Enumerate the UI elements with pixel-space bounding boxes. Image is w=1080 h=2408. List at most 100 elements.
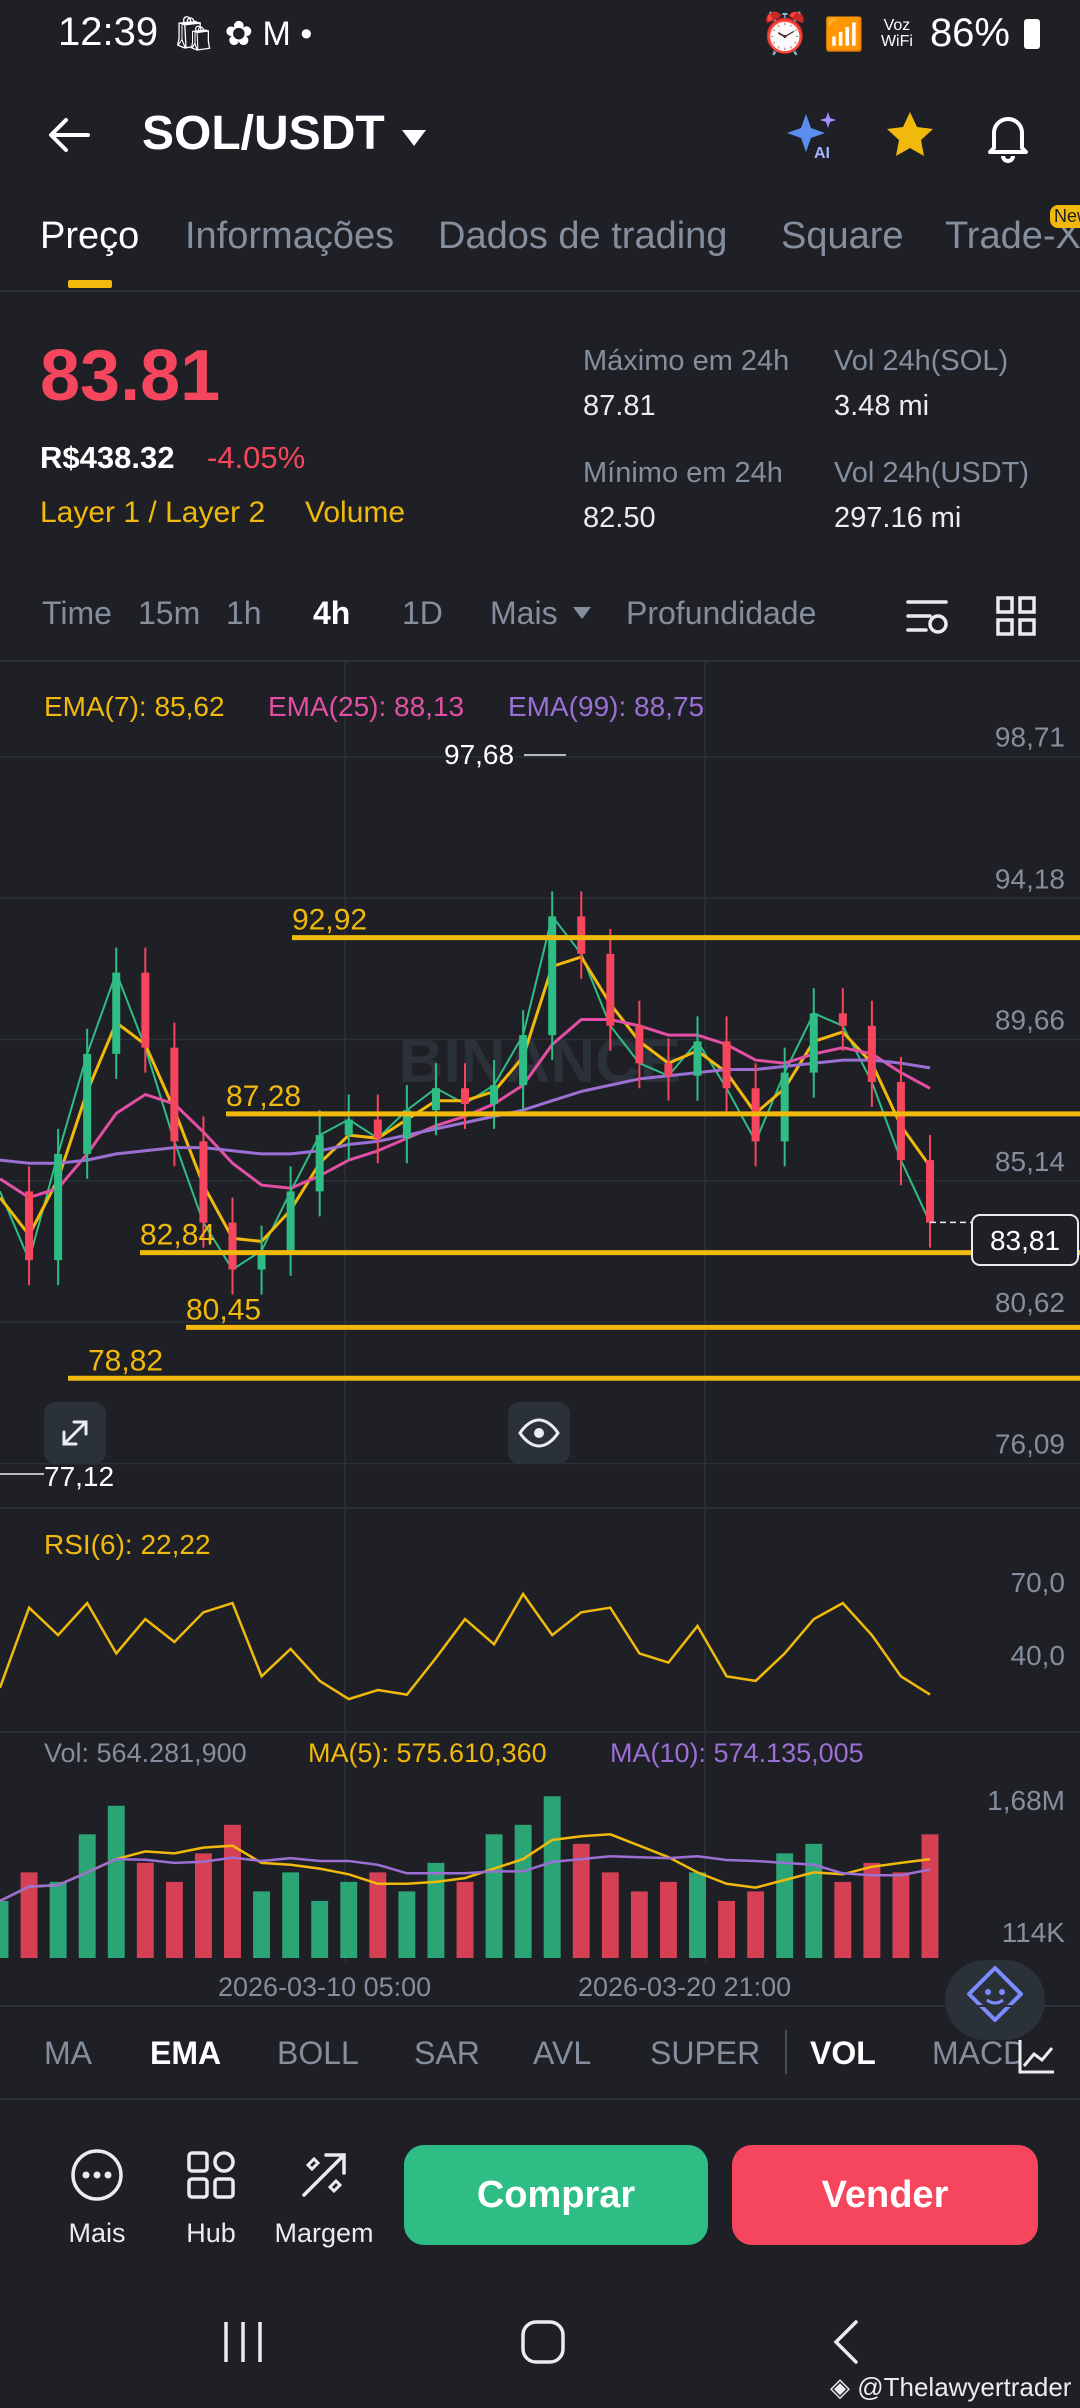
- status-bar: 12:39 🛍 ✿ M • ⏰ 📶 Voz WiFi 86%: [0, 0, 1080, 70]
- ema25-legend: EMA(25): 88,13: [268, 691, 464, 722]
- indicator-sar[interactable]: SAR: [414, 2035, 480, 2072]
- indicator-chart-icon[interactable]: [1016, 2036, 1058, 2076]
- indicator-vol[interactable]: VOL: [810, 2035, 876, 2072]
- chevron-down-icon[interactable]: [400, 128, 428, 148]
- rsi-axis-70: 70,0: [1011, 1567, 1066, 1598]
- vol-axis-low: 114K: [1002, 1917, 1066, 1948]
- indicator-boll[interactable]: BOLL: [277, 2035, 359, 2072]
- volume-bar-22: [630, 1891, 648, 1958]
- pair-title[interactable]: SOL/USDT: [142, 106, 385, 161]
- buy-button[interactable]: Comprar: [404, 2145, 708, 2245]
- volume-bar-32: [921, 1834, 939, 1958]
- tf-1h[interactable]: 1h: [226, 595, 262, 632]
- vol-usdt-label: Vol 24h(USDT): [834, 457, 1030, 489]
- expand-chart-button[interactable]: [44, 1402, 106, 1464]
- low-marker-label: 77,12: [44, 1461, 114, 1492]
- indicator-divider-bottom: [0, 2098, 1080, 2100]
- price-axis-label-0: 98,71: [995, 722, 1065, 753]
- candle-body-23: [664, 1063, 673, 1076]
- margin-label: Margem: [274, 2218, 374, 2248]
- recent-apps-icon[interactable]: [218, 2318, 268, 2366]
- volume-bar-6: [165, 1881, 183, 1958]
- tf-4h[interactable]: 4h: [313, 595, 350, 632]
- volume-bar-17: [485, 1834, 503, 1958]
- volume-bar-18: [514, 1824, 532, 1958]
- tag-layer[interactable]: Layer 1 / Layer 2: [40, 496, 265, 530]
- date-label-1: 2026-03-10 05:00: [218, 1972, 431, 2002]
- price-axis: 98,71 94,18 89,66 85,14 80,62 76,09: [995, 722, 1065, 1460]
- ai-sparkle-icon[interactable]: AI: [784, 108, 840, 164]
- tag-volume[interactable]: Volume: [305, 496, 405, 530]
- candle-body-7: [199, 1141, 208, 1223]
- candle-body-29: [838, 1013, 847, 1026]
- status-right: ⏰ 📶 Voz WiFi 86%: [760, 10, 1040, 57]
- indicator-macd[interactable]: MACD: [932, 2035, 1020, 2072]
- header: SOL/USDT AI: [0, 90, 1080, 180]
- volume-bar-23: [659, 1881, 677, 1958]
- current-price-tag: 83,81: [990, 1225, 1060, 1256]
- indicator-ma[interactable]: MA: [44, 2035, 92, 2072]
- tab-trading-data[interactable]: Dados de trading: [438, 215, 727, 258]
- candle-body-15: [431, 1088, 440, 1111]
- tf-depth[interactable]: Profundidade: [626, 595, 816, 632]
- layout-grid-icon[interactable]: [994, 594, 1038, 638]
- ai-assistant-button[interactable]: [945, 1960, 1045, 2040]
- low-label: Mínimo em 24h: [583, 457, 783, 489]
- candle-body-13: [373, 1119, 382, 1139]
- candle-body-32: [926, 1160, 934, 1223]
- candle-body-12: [344, 1119, 353, 1136]
- hub-tool[interactable]: Hub: [156, 2145, 266, 2249]
- tab-info[interactable]: Informações: [185, 215, 394, 258]
- price-change: -4.05%: [207, 440, 306, 475]
- rsi-line: [0, 1591, 931, 1701]
- tab-square[interactable]: Square: [781, 215, 904, 258]
- candle-body-11: [315, 1135, 324, 1192]
- high-label: Máximo em 24h: [583, 345, 790, 377]
- tf-15m[interactable]: 15m: [138, 595, 200, 632]
- ai-bot-icon: [967, 1966, 1023, 2022]
- candle-body-1: [25, 1191, 34, 1261]
- volume-bar-21: [601, 1872, 619, 1958]
- new-badge: New: [1050, 205, 1080, 228]
- credit-text: @Thelawyertrader: [857, 2372, 1072, 2402]
- candle-body-30: [867, 1025, 876, 1082]
- rsi-legend: RSI(6): 22,22: [44, 1529, 211, 1560]
- tf-more[interactable]: Mais: [490, 595, 558, 632]
- notification-bell-icon[interactable]: [980, 108, 1036, 164]
- tab-price[interactable]: Preço: [40, 215, 139, 258]
- margin-tool[interactable]: Margem: [268, 2145, 380, 2249]
- ema7-legend: EMA(7): 85,62: [44, 691, 225, 722]
- volume-bar-19: [543, 1796, 561, 1958]
- sell-button[interactable]: Vender: [732, 2145, 1038, 2245]
- indicator-separator: [785, 2030, 787, 2074]
- vol-usdt-value: 297.16 mi: [834, 502, 962, 534]
- candle-body-3: [83, 1053, 92, 1154]
- margin-icon: [302, 2153, 346, 2197]
- notification-icons: 🛍 ✿ M •: [172, 15, 313, 53]
- indicator-macd-clip: MACD: [930, 2035, 1020, 2075]
- candle-body-5: [141, 972, 150, 1048]
- chart-settings-icon[interactable]: [904, 594, 950, 638]
- indicator-avl[interactable]: AVL: [533, 2035, 591, 2072]
- network-label: Voz WiFi: [880, 16, 913, 50]
- volume-bar-7: [194, 1853, 212, 1958]
- vol-ma5-legend: MA(5): 575.610,360: [308, 1738, 547, 1768]
- volume-bar-5: [136, 1862, 154, 1958]
- volume-bar-28: [805, 1843, 823, 1958]
- price-chart[interactable]: BINANCE 92,9287,2882,8480,4578,82 98,719…: [0, 662, 1080, 2010]
- ema99-legend: EMA(99): 88,75: [508, 691, 704, 722]
- indicator-ema[interactable]: EMA: [150, 2035, 221, 2072]
- tf-time[interactable]: Time: [42, 595, 112, 632]
- back-arrow-icon[interactable]: [44, 110, 94, 160]
- back-nav-icon[interactable]: [826, 2318, 866, 2366]
- favorite-star-icon[interactable]: [882, 108, 938, 164]
- home-icon[interactable]: [518, 2318, 568, 2366]
- more-tool[interactable]: Mais: [42, 2145, 152, 2249]
- indicator-super[interactable]: SUPER: [650, 2035, 760, 2072]
- volume-bar-10: [282, 1872, 300, 1958]
- candle-body-31: [896, 1082, 905, 1161]
- toggle-visibility-button[interactable]: [508, 1402, 570, 1464]
- price-axis-label-4: 80,62: [995, 1287, 1065, 1318]
- status-time: 12:39: [58, 10, 159, 54]
- tf-1d[interactable]: 1D: [402, 595, 443, 632]
